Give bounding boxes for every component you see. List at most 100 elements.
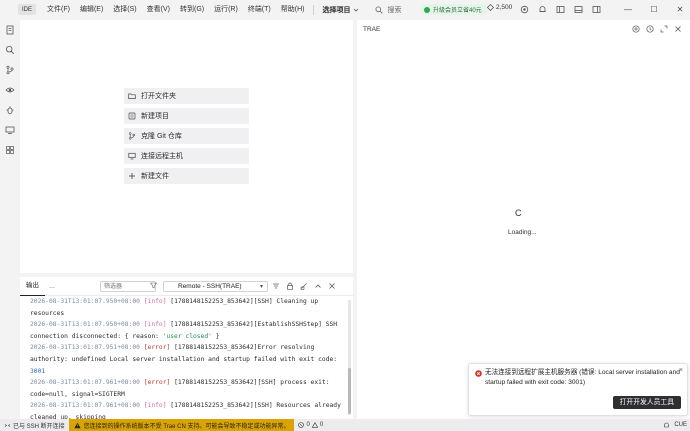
explorer-icon[interactable] <box>4 24 15 35</box>
problems-status[interactable]: 0 0 <box>294 422 327 428</box>
log-line: resources <box>30 308 345 320</box>
output-scrollbar[interactable] <box>348 300 351 415</box>
lock-scroll-icon[interactable] <box>286 282 294 290</box>
menu-item[interactable]: 终端(T) <box>243 0 276 19</box>
clear-output-icon[interactable] <box>300 282 308 290</box>
history-icon[interactable] <box>646 25 654 33</box>
menu-item[interactable]: 转到(G) <box>175 0 209 19</box>
list-filter-icon[interactable] <box>272 282 280 290</box>
upgrade-label: 升级会员立省40元 <box>433 8 482 14</box>
folder-icon <box>128 93 136 99</box>
ide-badge[interactable]: IDE <box>18 4 36 15</box>
log-line: 2026-08-31T13:01:07.961+08:00 [info] [17… <box>30 400 345 412</box>
error-notification: 无法连接到远程扩展主机服务器 (错误: Local server install… <box>468 363 688 416</box>
chevron-down-icon: ▾ <box>259 284 263 290</box>
log-segment: [1788148152253_853642][SSH] Resources al… <box>166 402 341 410</box>
expand-icon[interactable] <box>660 25 668 33</box>
log-segment: [error] <box>143 379 171 387</box>
search-label: 搜索 <box>387 6 402 14</box>
error-icon <box>475 370 482 377</box>
filter-icon[interactable] <box>150 282 157 289</box>
new-project-label: 新建项目 <box>141 113 169 120</box>
warning-count-icon <box>311 422 318 428</box>
minimize-icon[interactable]: — <box>622 2 634 16</box>
search-box[interactable]: 搜索 <box>375 5 401 15</box>
status-right: CUE <box>663 419 687 431</box>
loading-spinner-icon: C <box>515 208 522 218</box>
output-log[interactable]: 2026-08-31T13:01:07.950+08:00 [info] [17… <box>30 296 345 419</box>
settings-icon[interactable] <box>518 3 530 15</box>
log-line: code=null, signal=SIGTERM <box>30 389 345 401</box>
upgrade-button[interactable]: 升级会员立省40元 <box>420 4 488 15</box>
log-line: authority: undefined Local server instal… <box>30 354 345 366</box>
log-segment: 2026-08-31T13:01:07.961+08:00 <box>30 379 144 387</box>
log-line: connection disconnected: { reason: 'user… <box>30 331 345 343</box>
close-icon[interactable] <box>674 25 682 33</box>
log-segment: [error] <box>143 344 171 352</box>
bell-icon[interactable] <box>663 422 670 429</box>
bell-icon[interactable] <box>536 3 548 15</box>
log-segment: [1788148152253_853642]Error resolving <box>170 344 315 352</box>
log-segment: 2026-08-31T13:01:07.950+08:00 <box>30 321 144 329</box>
window-controls: — ☐ ✕ <box>622 2 686 16</box>
credits-counter[interactable]: 2,500 <box>487 4 512 11</box>
new-file-button[interactable]: 新建文件 <box>124 168 249 184</box>
menu-item[interactable]: 运行(R) <box>209 0 243 19</box>
connect-remote-label: 连接远程主机 <box>141 153 183 160</box>
maximize-icon[interactable]: ☐ <box>648 2 660 16</box>
new-project-button[interactable]: 新建项目 <box>124 108 249 124</box>
close-panel-icon[interactable] <box>328 282 336 290</box>
extensions-icon[interactable] <box>4 144 15 155</box>
diamond-icon <box>487 4 494 11</box>
ssh-status-label: 已与 SSH 断开连接 <box>13 423 65 430</box>
debug-icon[interactable] <box>4 104 15 115</box>
status-right-label[interactable]: CUE <box>674 422 687 428</box>
layout-right-icon[interactable] <box>590 3 602 15</box>
remote-explorer-icon[interactable] <box>4 124 15 135</box>
output-channel-select[interactable]: Remote - SSH(TRAE) ▾ <box>163 281 268 292</box>
scrollbar-thumb[interactable] <box>348 368 351 414</box>
remote-status[interactable]: 已与 SSH 断开连接 <box>0 421 69 430</box>
close-icon[interactable]: ✕ <box>674 2 686 16</box>
os-warning-banner[interactable]: 您连接到的操作系统版本不受 Trae CN 支持。可能会导致不稳定或功能异常。 <box>68 419 295 431</box>
tab-output[interactable]: 输出 <box>20 276 45 296</box>
source-control-icon[interactable] <box>4 64 15 75</box>
log-segment: [1788148152253_853642][SSH] process exit… <box>170 379 330 387</box>
connect-remote-button[interactable]: 连接远程主机 <box>124 148 249 164</box>
search-icon[interactable] <box>4 44 15 55</box>
output-panel: 输出 ... Remote - SSH(TRAE) ▾ 2026-08-31T1… <box>20 277 353 419</box>
log-segment: [info] <box>143 402 167 410</box>
log-line: 3001 <box>30 366 345 378</box>
project-selector[interactable]: 选择项目 <box>318 5 363 15</box>
layout-left-icon[interactable] <box>554 3 566 15</box>
chevron-down-icon <box>354 8 359 12</box>
panel-actions <box>272 282 336 290</box>
layout-bottom-icon[interactable] <box>572 3 584 15</box>
more-icon[interactable]: ... <box>49 283 55 290</box>
notification-close-icon[interactable]: × <box>679 367 683 374</box>
menu-item[interactable]: 查看(V) <box>142 0 175 19</box>
menu-bar: 文件(F) 编辑(E) 选择(S) 查看(V) 转到(G) 运行(R) 终端(T) 帮助(H) <box>42 0 309 19</box>
log-segment: authority: undefined Local server instal… <box>30 355 338 363</box>
log-segment: } <box>211 332 220 340</box>
output-channel-value: Remote - SSH(TRAE) <box>178 283 242 290</box>
menu-item[interactable]: 帮助(H) <box>276 0 310 19</box>
clone-git-button[interactable]: 克隆 Git 仓库 <box>124 128 249 144</box>
os-warning-text: 您连接到的操作系统版本不受 Trae CN 支持。可能会导致不稳定或功能异常。 <box>83 423 290 430</box>
log-line: 2026-08-31T13:01:07.950+08:00 [info] [17… <box>30 319 345 331</box>
menu-item[interactable]: 选择(S) <box>108 0 141 19</box>
search-icon <box>375 5 384 14</box>
clone-git-label: 克隆 Git 仓库 <box>141 133 182 140</box>
log-segment: 'user closed' <box>162 332 212 340</box>
error-count-icon <box>298 422 305 428</box>
open-folder-button[interactable]: 打开文件夹 <box>124 88 249 104</box>
filter-input[interactable] <box>100 281 156 292</box>
open-devtools-button[interactable]: 打开开发人员工具 <box>612 396 681 409</box>
eye-icon[interactable] <box>4 84 15 95</box>
menu-item[interactable]: 编辑(E) <box>75 0 108 19</box>
credits-value: 2,500 <box>496 4 513 11</box>
add-chat-icon[interactable] <box>632 25 640 33</box>
chevron-up-icon[interactable] <box>314 282 322 290</box>
menu-item[interactable]: 文件(F) <box>42 0 75 19</box>
loading-text: Loading... <box>508 229 537 236</box>
